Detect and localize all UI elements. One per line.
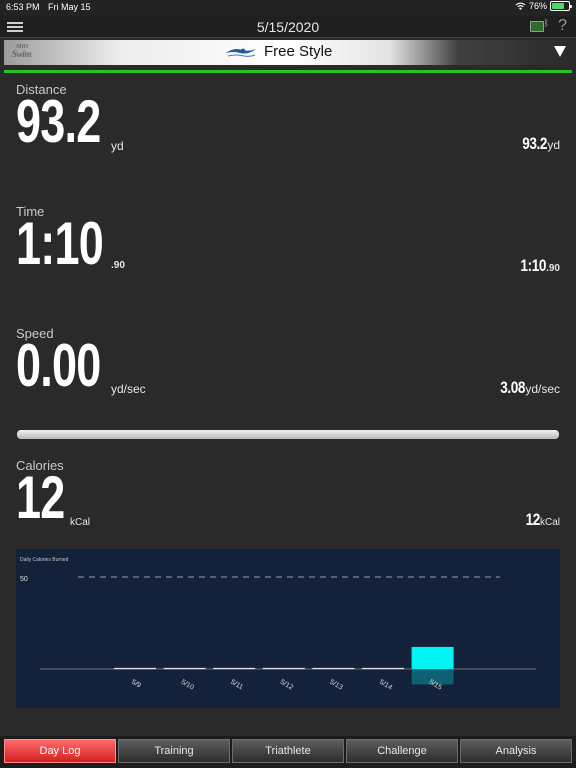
speed-average: 3.08 yd/sec [494,378,560,398]
x-tick-label: 5/14 [378,679,393,692]
calories-unit: kCal [70,517,91,528]
x-tick-label: 5/13 [328,679,343,692]
swimmer-icon [226,48,256,57]
time-total-fraction: .90 [546,263,560,274]
x-tick-label: 5/9 [130,679,142,690]
status-time: 6:53 PM [6,2,40,12]
nav-date-title: 5/15/2020 [256,19,320,35]
help-icon[interactable]: ? [558,17,567,35]
tab-training[interactable]: Training [118,739,230,763]
status-date: Fri May 15 [48,2,91,12]
chart-title: Daily Calories Burned [20,557,69,563]
x-tick-label: 5/10 [180,679,195,692]
distance-total-value: 93.2 [522,134,548,153]
goal-label: 50 [20,576,28,583]
stroke-style-label: Free Style [264,43,333,60]
time-total-value: 1:10 [520,256,547,275]
bar-5-15 [411,646,454,669]
distance-value: 93.2 [16,88,101,155]
distance-total: 93.2 yd [516,134,560,154]
distance-unit: yd [111,139,124,153]
status-bar: 6:53 PM Fri May 15 76% [0,0,576,16]
x-tick-label: 5/11 [229,679,244,692]
stroke-style-selector[interactable]: MIO Swim Free Style [4,40,572,65]
tab-day-log[interactable]: Day Log [4,739,116,763]
speed-unit: yd/sec [111,382,146,396]
speed-value: 0.00 [16,332,101,399]
device-battery-icon[interactable] [530,21,544,32]
bluetooth-icon: ᛒ [543,18,549,28]
time-value: 1:10 [16,210,104,277]
tab-analysis[interactable]: Analysis [460,739,572,763]
battery-icon [550,1,572,11]
progress-fill [17,430,559,439]
calories-total-value: 12 [525,510,541,529]
speed-average-value: 3.08 [500,378,526,397]
distance-total-unit: yd [547,138,560,152]
bottom-tab-bar: Day Log Training Triathlete Challenge Analys… [0,736,576,768]
calories-total-unit: kCal [539,517,560,528]
nav-bar: 5/15/2020 ᛒ ? [0,16,576,38]
time-total: 1:10 .90 [514,256,560,276]
dropdown-arrow-icon[interactable] [554,46,566,57]
battery-percent: 76% [528,1,547,11]
battery-fill [552,3,565,9]
x-tick-label: 5/12 [279,679,294,692]
mio-swim-logo: MIO Swim [12,44,32,59]
status-divider [4,70,572,73]
calories-total: 12 kCal [522,510,560,530]
stroke-style-display: Free Style [226,43,332,60]
speed-average-unit: yd/sec [525,382,560,396]
chart-svg: Daily Calories Burned 50 5/9 5/10 5/11 5/12… [20,557,536,692]
tab-triathlete[interactable]: Triathlete [232,739,344,763]
tab-challenge[interactable]: Challenge [346,739,458,763]
calories-value: 12 [16,464,65,531]
daily-calories-chart: Daily Calories Burned 50 5/9 5/10 5/11 5/12… [16,549,560,708]
wifi-icon [515,2,526,10]
time-fraction: .90 [111,260,125,271]
progress-bar [17,430,559,439]
status-right: 76% [515,1,572,11]
